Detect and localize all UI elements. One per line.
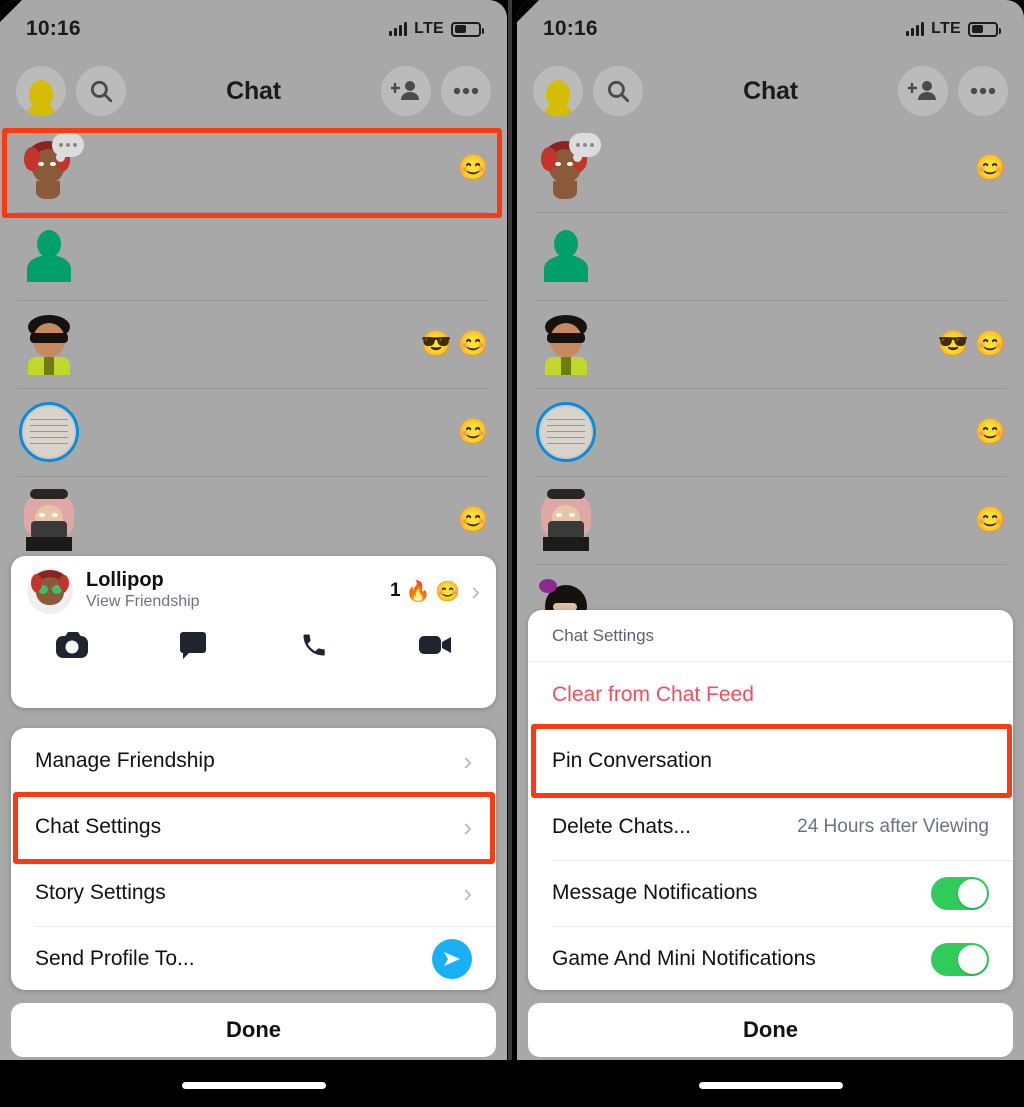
menu-item-label: Send Profile To... xyxy=(35,947,195,970)
chat-button[interactable] xyxy=(132,630,253,660)
menu-item-chat-settings[interactable]: Chat Settings › xyxy=(11,794,496,860)
left-phone-panel: 10:16 LTE Chat 😊 😎 😊 😊 😊 Lollipop View F… xyxy=(0,0,507,1107)
message-notifications-toggle[interactable] xyxy=(931,876,989,910)
game-mini-notifications-toggle[interactable] xyxy=(931,942,989,976)
friend-actions-row xyxy=(11,620,496,674)
view-friendship-label[interactable]: View Friendship xyxy=(86,592,200,613)
camera-button[interactable] xyxy=(11,631,132,659)
video-call-icon xyxy=(419,636,452,654)
chat-settings-card: Chat Settings Clear from Chat Feed Pin C… xyxy=(528,610,1013,990)
friend-profile-card: Lollipop View Friendship 1 🔥 😊 › xyxy=(11,556,496,708)
friend-name: Lollipop xyxy=(86,569,164,592)
right-screen: 10:16 LTE Chat 😊 😎 😊 😊 😊 Chat Settings C… xyxy=(517,0,1024,1060)
video-call-button[interactable] xyxy=(375,633,496,657)
chat-bubble-icon xyxy=(179,632,206,659)
menu-item-label: Chat Settings xyxy=(35,815,162,838)
home-indicator xyxy=(181,1082,326,1089)
screenshot-stage: 10:16 LTE Chat 😊 😎 😊 😊 😊 Lollipop View F… xyxy=(0,0,1024,1107)
menu-item-story-settings[interactable]: Story Settings › xyxy=(11,860,496,926)
menu-item-label: Story Settings xyxy=(35,881,166,904)
menu-item-message-notifications[interactable]: Message Notifications xyxy=(528,860,1013,926)
panel-divider xyxy=(507,0,517,1107)
friend-name-block: Lollipop View Friendship xyxy=(86,569,200,613)
fire-emoji-icon: 🔥 xyxy=(405,580,431,603)
menu-item-delete-chats[interactable]: Delete Chats... 24 Hours after Viewing xyxy=(528,794,1013,860)
done-button[interactable]: Done xyxy=(11,1003,496,1057)
chevron-right-icon: › xyxy=(463,877,472,908)
bitmoji-money-eyes-icon xyxy=(27,568,73,614)
chevron-right-icon[interactable]: › xyxy=(471,578,480,604)
menu-item-send-profile-to[interactable]: Send Profile To... xyxy=(11,926,496,990)
friend-profile-header[interactable]: Lollipop View Friendship 1 🔥 😊 › xyxy=(11,556,496,620)
streak-count: 1 xyxy=(389,580,401,601)
chevron-right-icon: › xyxy=(463,745,472,776)
right-phone-panel: 10:16 LTE Chat 😊 😎 😊 😊 😊 Chat Settings C… xyxy=(517,0,1024,1107)
sheet-title: Chat Settings xyxy=(528,610,1013,662)
streak-group: 1 🔥 😊 › xyxy=(390,578,480,604)
phone-call-icon xyxy=(303,634,325,656)
done-button[interactable]: Done xyxy=(528,1003,1013,1057)
menu-item-game-mini-notifications[interactable]: Game And Mini Notifications xyxy=(528,926,1013,990)
camera-icon xyxy=(55,632,88,658)
call-button[interactable] xyxy=(254,631,375,659)
menu-item-label: Pin Conversation xyxy=(552,749,712,772)
menu-item-manage-friendship[interactable]: Manage Friendship › xyxy=(11,728,496,794)
menu-item-pin-conversation[interactable]: Pin Conversation xyxy=(528,728,1013,794)
menu-item-label: Message Notifications xyxy=(552,881,758,904)
menu-item-label: Delete Chats... xyxy=(552,815,691,838)
menu-item-clear-from-chat-feed[interactable]: Clear from Chat Feed xyxy=(528,662,1013,728)
delete-chats-value: 24 Hours after Viewing xyxy=(797,816,989,837)
menu-item-label: Game And Mini Notifications xyxy=(552,947,816,970)
send-arrow-icon[interactable] xyxy=(432,939,472,979)
friend-emoji-icon: 😊 xyxy=(435,580,461,603)
menu-item-label: Clear from Chat Feed xyxy=(552,683,754,706)
menu-item-label: Manage Friendship xyxy=(35,749,215,772)
left-screen: 10:16 LTE Chat 😊 😎 😊 😊 😊 Lollipop View F… xyxy=(0,0,507,1060)
home-indicator xyxy=(698,1082,843,1089)
chevron-right-icon: › xyxy=(463,811,472,842)
friend-menu-card: Manage Friendship › Chat Settings › Stor… xyxy=(11,728,496,990)
